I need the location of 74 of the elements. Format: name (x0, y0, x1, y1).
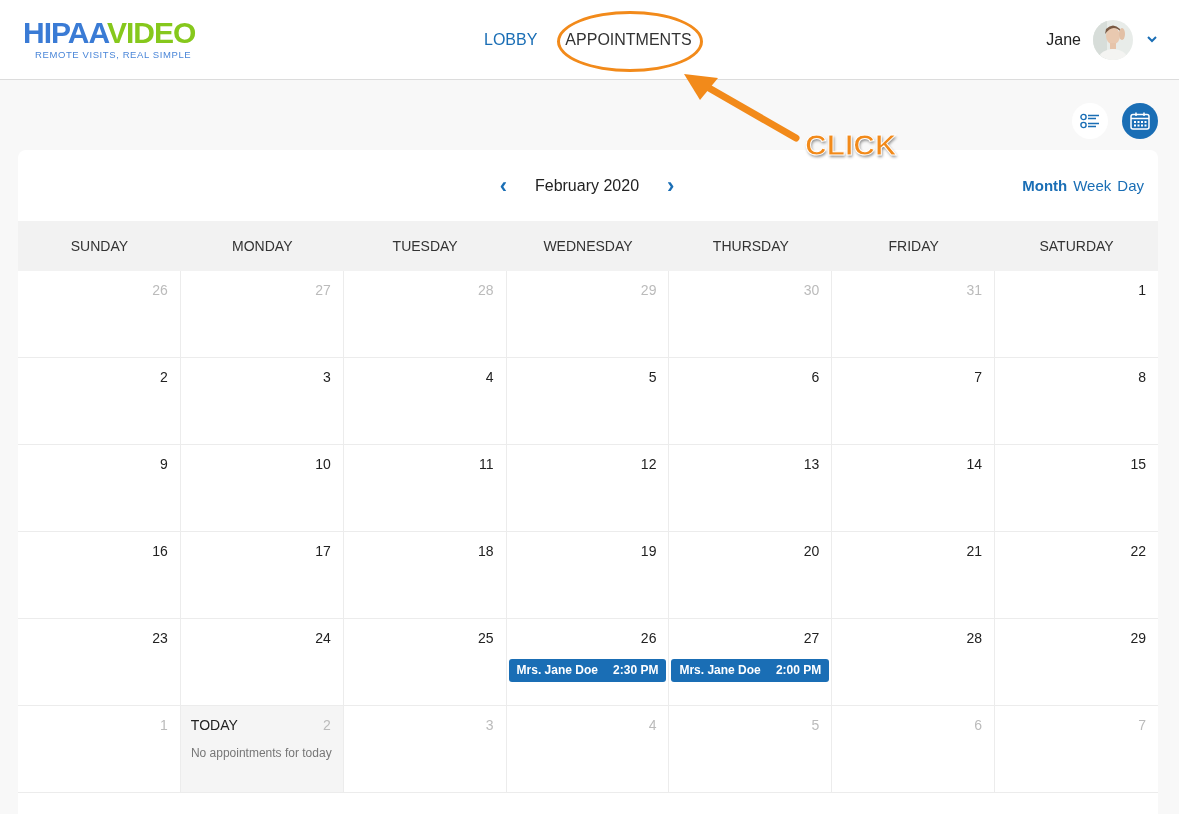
day-number: 24 (315, 630, 331, 646)
empty-day-note: No appointments for today (189, 746, 333, 760)
appointment-time: 2:00 PM (775, 663, 822, 677)
day-number: 13 (803, 456, 820, 472)
day-number: 17 (315, 543, 331, 559)
weekday-header: FRIDAY (887, 238, 940, 254)
day-number: 8 (1138, 369, 1146, 385)
day-number: 5 (811, 717, 820, 733)
day-number: 4 (485, 369, 494, 385)
day-number: 27 (315, 282, 331, 298)
day-number: 3 (485, 717, 494, 733)
weekday-header: WEDNESDAY (542, 238, 634, 254)
weekday-header: SATURDAY (1038, 238, 1115, 254)
day-number: 15 (1130, 456, 1146, 472)
calendar-view-button[interactable] (1122, 103, 1158, 139)
day-number: 4 (648, 717, 657, 733)
day-number: 27 (803, 630, 820, 646)
day-number: 1 (160, 717, 168, 733)
weekday-header: MONDAY (231, 238, 294, 254)
day-number: 29 (1130, 630, 1146, 646)
day-number: 5 (648, 369, 657, 385)
day-number: 6 (974, 717, 983, 733)
day-number: 26 (640, 630, 657, 646)
day-number: 28 (966, 630, 983, 646)
view-mode-tab[interactable]: Month (1022, 177, 1068, 194)
day-number: 9 (160, 456, 168, 472)
weekday-header: THURSDAY (711, 238, 790, 254)
today-label: TODAY (190, 717, 238, 733)
day-number: 12 (640, 456, 657, 472)
day-number: 18 (478, 543, 494, 559)
day-number: 7 (1138, 717, 1146, 733)
appointment-chip[interactable]: Mrs. Jane Doe 2:30 PM (508, 659, 667, 682)
user-name: Jane (1046, 30, 1081, 49)
day-number: 21 (966, 543, 983, 559)
list-icon (1080, 113, 1100, 129)
caret-icon[interactable] (1147, 36, 1157, 43)
logo-tagline: REMOTE VISITS, REAL SIMPLE (35, 49, 193, 60)
appointment-chip[interactable]: Mrs. Jane Doe 2:00 PM (671, 659, 830, 682)
calendar-icon (1130, 112, 1150, 130)
day-number: 2 (322, 717, 331, 733)
next-month-button[interactable]: › (663, 175, 679, 196)
day-number: 25 (478, 630, 494, 646)
day-number: 26 (152, 282, 168, 298)
annotation-label: CLICK (805, 128, 897, 162)
appointment-name: Mrs. Jane Doe (516, 663, 598, 677)
day-number: 19 (640, 543, 657, 559)
month-title: February 2020 (534, 176, 640, 195)
day-number: 23 (152, 630, 168, 646)
day-number: 31 (966, 282, 983, 298)
appointment-time: 2:30 PM (613, 663, 659, 677)
day-number: 1 (1138, 282, 1146, 298)
day-number: 28 (478, 282, 494, 298)
day-number: 30 (803, 282, 820, 298)
day-number: 14 (966, 456, 983, 472)
day-number: 20 (803, 543, 820, 559)
nav-link[interactable]: LOBBY (484, 30, 538, 49)
day-number: 22 (1130, 543, 1146, 559)
day-number: 2 (160, 369, 168, 385)
previous-month-button[interactable]: ‹ (495, 175, 511, 196)
day-number: 11 (479, 456, 494, 472)
list-view-button[interactable] (1072, 103, 1108, 139)
nav-link[interactable]: APPOINTMENTS (565, 30, 692, 49)
day-number: 16 (152, 543, 168, 559)
day-number: 6 (811, 369, 820, 385)
view-mode-tab[interactable]: Day (1117, 177, 1144, 194)
view-mode-tab[interactable]: Week (1073, 177, 1112, 194)
day-number: 3 (322, 369, 331, 385)
logo-wordmark: HIPAAVIDEO (23, 19, 197, 47)
day-number: 7 (974, 369, 983, 385)
weekday-header: TUESDAY (391, 238, 459, 254)
appointment-name: Mrs. Jane Doe (679, 663, 761, 677)
day-number: 29 (640, 282, 657, 298)
day-number: 10 (315, 456, 331, 472)
weekday-header: SUNDAY (69, 238, 130, 254)
